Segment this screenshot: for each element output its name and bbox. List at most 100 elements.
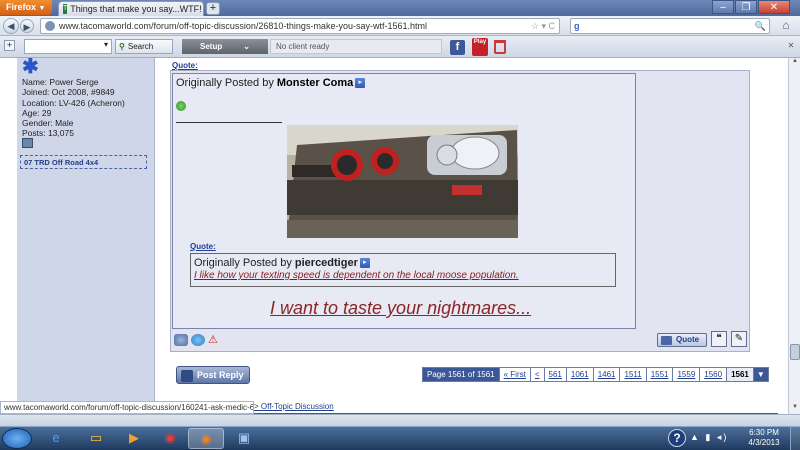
clock-date: 4/3/2013	[748, 438, 780, 447]
user-name: Name: Power Serge	[22, 77, 99, 87]
first-page-link[interactable]: « First	[498, 367, 531, 382]
inner-quote-text: I like how your texting speed is depende…	[194, 270, 519, 281]
maximize-button[interactable]: ❐	[735, 0, 757, 14]
chat-bubble-icon[interactable]	[191, 334, 205, 346]
clock-time: 6:30 PM	[749, 428, 779, 437]
quote-prefix: Originally Posted by	[176, 77, 277, 89]
multi-user-icon[interactable]	[174, 334, 188, 346]
setup-dropdown[interactable]: Setup ⌄	[182, 39, 268, 54]
tacomaworld-favicon-icon: T	[63, 4, 68, 14]
close-window-button[interactable]: ✕	[758, 0, 790, 14]
file-explorer-icon[interactable]: ▭	[78, 428, 114, 449]
quote-button-label: Quote	[676, 335, 700, 344]
page-link[interactable]: 1560	[699, 367, 728, 382]
user-joined: Joined: Oct 2008, #9849	[22, 87, 115, 97]
internet-explorer-icon[interactable]: e	[38, 428, 74, 449]
inner-quote-header: Originally Posted by piercedtiger ▸	[194, 257, 370, 269]
page-link[interactable]: 1061	[565, 367, 594, 382]
truck-photo-graphic	[287, 125, 518, 238]
firefox-menu-button[interactable]: Firefox ▼	[0, 0, 52, 15]
user-posts: Posts: 13,075	[22, 128, 74, 138]
address-bar[interactable]: www.tacomaworld.com/forum/off-topic-disc…	[40, 18, 560, 34]
client-status-field: No client ready	[270, 39, 442, 54]
user-age: Age: 29	[22, 108, 52, 118]
report-warning-icon[interactable]: ⚠	[208, 334, 222, 346]
page-link[interactable]: 561	[543, 367, 567, 382]
page-jump-dropdown-icon[interactable]: ▼	[752, 367, 769, 382]
back-icon[interactable]: ◀	[3, 18, 19, 34]
edit-icon[interactable]: ✎	[731, 331, 747, 347]
quote-author[interactable]: Monster Coma	[277, 77, 353, 89]
tab-title: Things that make you say...WTF! - Page .…	[70, 4, 203, 14]
inner-quote-label: Quote:	[190, 242, 216, 251]
green-emoticon-icon	[176, 101, 186, 111]
search-button-label: Search	[127, 42, 154, 51]
firefox-menu-label: Firefox	[6, 2, 37, 12]
reply-icon	[181, 370, 193, 382]
current-page: 1561	[726, 367, 754, 382]
play-icon[interactable]: Play	[472, 38, 488, 56]
toolbar-close-icon[interactable]: ✕	[786, 41, 796, 51]
page-link[interactable]: 1559	[672, 367, 701, 382]
view-post-icon[interactable]: ▸	[359, 258, 370, 269]
breadcrumb-link[interactable]: Off-Topic Discussion	[261, 402, 334, 411]
page-link[interactable]: 1461	[592, 367, 621, 382]
control-panel-icon[interactable]: ▣	[226, 428, 262, 449]
inner-quote-author[interactable]: piercedtiger	[295, 257, 358, 269]
bookmark-star-icon[interactable]: ☆ ▾ C	[531, 21, 555, 32]
media-player-icon[interactable]: ▶	[116, 428, 152, 449]
prev-page-link[interactable]: <	[529, 367, 545, 382]
show-desktop-button[interactable]	[790, 426, 800, 450]
view-post-icon[interactable]: ▸	[355, 78, 366, 89]
scroll-thumb[interactable]	[790, 344, 800, 360]
pagination: Page 1561 of 1561 « First < 561 1061 146…	[422, 367, 769, 382]
truck-badge-icon	[22, 138, 33, 148]
new-tab-button[interactable]: +	[206, 2, 220, 15]
play-icon-label: Play	[473, 39, 487, 45]
dropdown-arrow-icon: ▼	[38, 5, 46, 12]
chevron-down-icon: ⌄	[243, 42, 250, 51]
search-icon[interactable]: 🔍	[755, 21, 766, 32]
browser-tab[interactable]: T Things that make you say...WTF! - Page…	[58, 1, 204, 16]
forward-icon[interactable]: ▶	[20, 19, 34, 33]
toolbar-search-input[interactable]: ▾	[24, 39, 112, 54]
trash-icon[interactable]	[494, 40, 506, 54]
chrome-icon[interactable]: ◉	[152, 428, 188, 449]
multi-quote-icon[interactable]: ❝	[711, 331, 727, 347]
browser-search-field[interactable]: g 🔍	[570, 18, 770, 34]
minimize-button[interactable]: –	[712, 0, 734, 14]
toolbar-expand-icon[interactable]: +	[4, 40, 15, 51]
system-tray-icons[interactable]: ▲ ▮ ◂)	[690, 432, 728, 443]
status-url: www.tacomaworld.com/forum/off-topic-disc…	[0, 401, 254, 414]
quote-icon	[661, 336, 672, 345]
magnifier-icon: ⚲	[119, 42, 125, 51]
home-icon[interactable]: ⌂	[778, 18, 794, 34]
scroll-up-icon[interactable]: ▲	[789, 58, 800, 68]
quote-button[interactable]: Quote	[657, 333, 707, 347]
user-gender: Gender: Male	[22, 118, 74, 128]
user-vehicle[interactable]: 07 TRD Off Road 4x4	[20, 155, 147, 169]
help-icon[interactable]: ?	[668, 429, 686, 447]
google-logo-icon: g	[574, 21, 580, 31]
page-link[interactable]: 1511	[619, 367, 647, 382]
page-link[interactable]: 1551	[645, 367, 674, 382]
divider	[176, 122, 282, 123]
breadcrumb: > Off-Topic Discussion	[254, 402, 334, 411]
quote-label: Quote:	[172, 61, 198, 70]
page-count-label: Page 1561 of 1561	[422, 367, 500, 382]
status-bar	[0, 414, 800, 426]
vertical-scrollbar[interactable]: ▲ ▼	[788, 58, 800, 414]
medical-star-avatar-icon: ✱	[22, 56, 39, 78]
toolbar-search-button[interactable]: ⚲ Search	[115, 39, 173, 54]
facebook-icon[interactable]: f	[450, 40, 465, 55]
breadcrumb-separator: >	[254, 402, 259, 411]
setup-label: Setup	[200, 42, 223, 51]
post-reply-button[interactable]: Post Reply	[176, 366, 250, 384]
inner-quote-prefix: Originally Posted by	[194, 257, 295, 269]
start-button[interactable]	[2, 428, 32, 449]
taskbar-clock[interactable]: 6:30 PM 4/3/2013	[740, 428, 788, 448]
firefox-taskbar-icon[interactable]: ◉	[188, 428, 224, 449]
signature-text: I want to taste your nightmares...	[270, 298, 532, 318]
scroll-down-icon[interactable]: ▼	[789, 404, 800, 414]
site-identity-icon[interactable]	[45, 21, 55, 31]
